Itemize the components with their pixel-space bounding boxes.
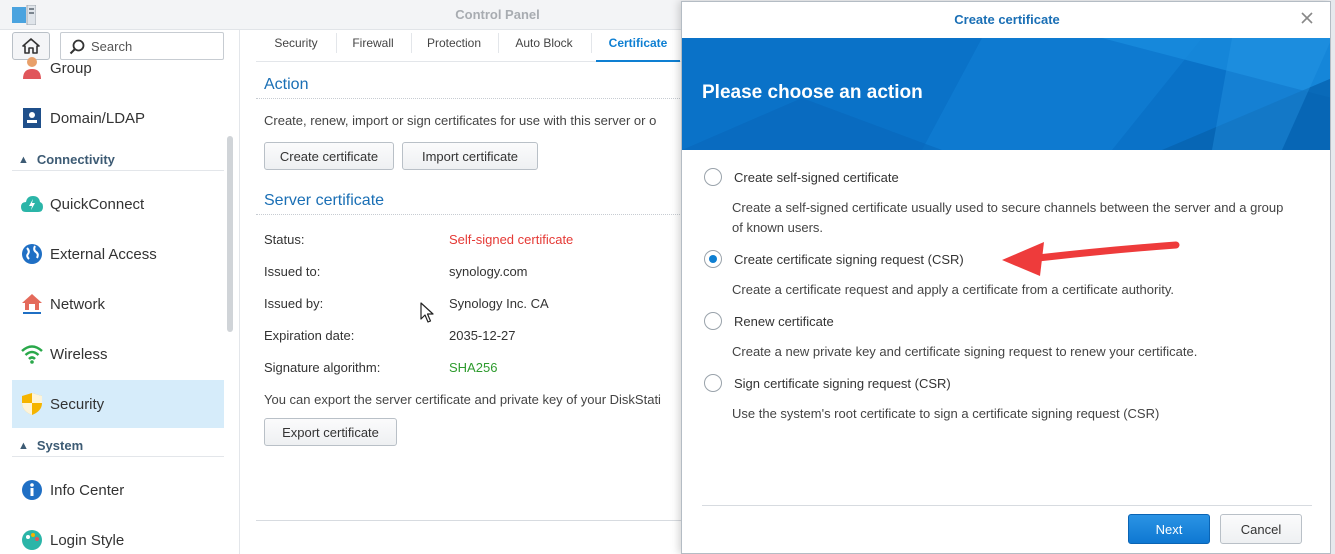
sidebar-item-login-style[interactable]: Login Style (12, 516, 224, 554)
chevron-up-icon: ▲ (18, 153, 29, 166)
sidebar-section-connectivity[interactable]: ▲ Connectivity (12, 149, 224, 171)
sidebar-item-quickconnect[interactable]: QuickConnect (12, 180, 224, 228)
wifi-icon (20, 342, 44, 366)
option-description: Create a self-signed certificate usually… (732, 200, 1284, 235)
sidebar-item-external-access[interactable]: External Access (12, 230, 224, 278)
tab-divider (411, 33, 412, 53)
expiration-date-value: 2035-12-27 (449, 328, 516, 343)
cancel-button[interactable]: Cancel (1220, 514, 1302, 544)
chevron-up-icon: ▲ (18, 439, 29, 452)
issued-by-label: Issued by: (264, 296, 324, 311)
issued-to-value: synology.com (449, 264, 528, 279)
tab-security[interactable]: Security (261, 30, 331, 62)
info-icon (20, 478, 44, 502)
action-section-title: Action (264, 76, 309, 93)
content-footer-divider (256, 520, 686, 521)
section-divider (256, 214, 686, 215)
sidebar-item-label: External Access (50, 245, 157, 263)
tab-protection[interactable]: Protection (416, 30, 492, 62)
radio-self-signed[interactable] (704, 168, 722, 186)
sidebar-item-label: Security (50, 395, 105, 413)
sidebar-item-network[interactable]: Network (12, 280, 224, 328)
dialog-header: Create certificate (682, 2, 1330, 38)
sidebar-section-system[interactable]: ▲ System (12, 435, 224, 457)
certificate-content: Action Create, renew, import or sign cer… (256, 62, 686, 554)
banner-title: Please choose an action (702, 82, 923, 103)
network-house-icon (20, 292, 44, 316)
window-title: Control Panel (455, 7, 540, 22)
option-label: Sign certificate signing request (CSR) (734, 375, 951, 391)
option-self-signed[interactable]: Create self-signed certificate (704, 167, 899, 187)
annotation-arrow-icon (1002, 241, 1180, 276)
next-button[interactable]: Next (1128, 514, 1210, 544)
create-certificate-dialog: Create certificate Please choose an acti… (681, 1, 1331, 554)
sidebar-item-group[interactable]: Group (12, 46, 224, 90)
dialog-banner: Please choose an action (682, 38, 1330, 150)
tab-bar: Security Firewall Protection Auto Block … (256, 30, 686, 62)
action-description: Create, renew, import or sign certificat… (264, 113, 657, 128)
sidebar-item-label: Network (50, 295, 106, 313)
section-divider (256, 98, 686, 99)
radio-create-csr[interactable] (704, 250, 722, 268)
sidebar-item-label: Wireless (50, 345, 108, 363)
export-certificate-button[interactable]: Export certificate (264, 418, 397, 446)
sidebar-item-info-center[interactable]: Info Center (12, 466, 224, 514)
issued-to-label: Issued to: (264, 264, 321, 279)
section-label: System (36, 438, 84, 453)
tab-auto-block[interactable]: Auto Block (504, 30, 584, 62)
domain-ldap-icon (20, 106, 44, 130)
option-sign-csr[interactable]: Sign certificate signing request (CSR) (704, 373, 951, 393)
window-edge (1331, 0, 1335, 554)
option-description: Create a certificate request and apply a… (732, 282, 1174, 297)
close-icon (1301, 11, 1313, 24)
sidebar-item-domain-ldap[interactable]: Domain/LDAP (12, 94, 224, 142)
tab-divider (498, 33, 499, 53)
issued-by-value: Synology Inc. CA (449, 296, 549, 311)
sidebar-scrollbar[interactable] (227, 136, 233, 332)
option-create-csr[interactable]: Create certificate signing request (CSR) (704, 249, 964, 269)
sidebar-item-label: Info Center (50, 481, 125, 499)
sidebar-item-label: Group (50, 59, 92, 77)
sidebar: Group Domain/LDAP ▲ Connectivity QuickCo… (0, 30, 240, 554)
option-description: Use the system's root certificate to sig… (732, 406, 1160, 421)
status-value: Self-signed certificate (449, 232, 574, 247)
signature-algorithm-label: Signature algorithm: (264, 360, 381, 375)
tab-divider (591, 33, 592, 53)
sidebar-item-wireless[interactable]: Wireless (12, 330, 224, 378)
sidebar-item-label: QuickConnect (50, 195, 145, 213)
control-panel-app-icon (12, 5, 36, 25)
create-certificate-button[interactable]: Create certificate (264, 142, 394, 170)
option-description: Create a new private key and certificate… (732, 344, 1198, 359)
tab-certificate[interactable]: Certificate (596, 30, 680, 62)
quickconnect-icon (20, 192, 44, 216)
option-label: Renew certificate (734, 313, 834, 329)
globe-icon (20, 242, 44, 266)
dialog-footer-divider (702, 505, 1312, 506)
option-renew[interactable]: Renew certificate (704, 311, 834, 331)
option-label: Create self-signed certificate (734, 169, 899, 185)
signature-algorithm-value: SHA256 (449, 360, 498, 375)
shield-icon (20, 392, 44, 416)
option-label: Create certificate signing request (CSR) (734, 251, 964, 267)
palette-icon (20, 528, 44, 552)
import-certificate-button[interactable]: Import certificate (402, 142, 538, 170)
expiration-date-label: Expiration date: (264, 328, 355, 343)
tab-firewall[interactable]: Firewall (340, 30, 406, 62)
group-icon (20, 56, 44, 80)
section-label: Connectivity (36, 152, 115, 167)
status-label: Status: (264, 232, 305, 247)
radio-sign-csr[interactable] (704, 374, 722, 392)
export-description: You can export the server certificate an… (264, 392, 661, 407)
sidebar-item-security[interactable]: Security (12, 380, 224, 428)
dialog-title: Create certificate (954, 12, 1060, 27)
mouse-cursor-icon (420, 302, 434, 323)
sidebar-item-label: Login Style (50, 531, 125, 549)
radio-renew[interactable] (704, 312, 722, 330)
tab-divider (336, 33, 337, 53)
server-certificate-section-title: Server certificate (264, 192, 385, 209)
close-button[interactable] (1298, 10, 1316, 28)
sidebar-item-label: Domain/LDAP (50, 109, 146, 127)
